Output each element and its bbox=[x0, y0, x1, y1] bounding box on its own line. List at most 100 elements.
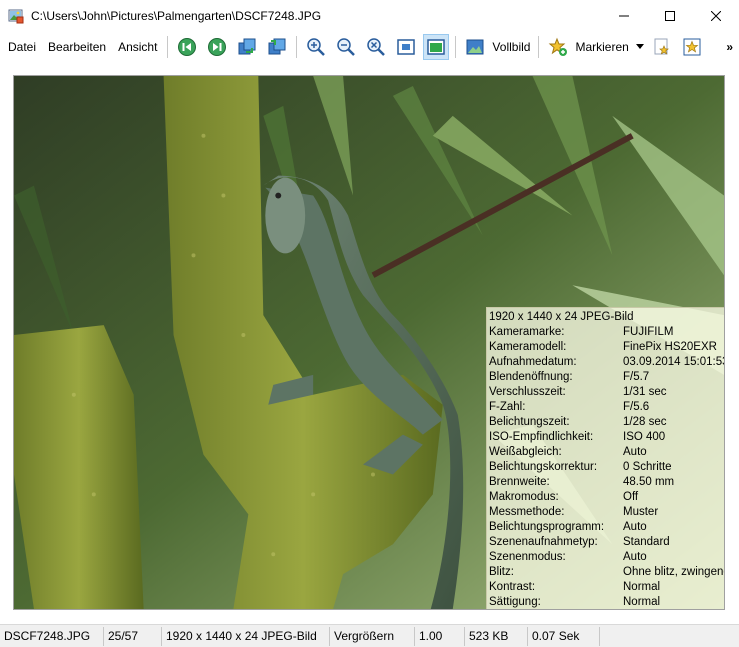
fit-window-button[interactable] bbox=[423, 34, 450, 60]
info-key: Szenenmodus: bbox=[489, 551, 566, 563]
toolbar-separator bbox=[455, 36, 457, 58]
info-row: Blendenöffnung: F/5.7 bbox=[489, 370, 724, 385]
menu-ansicht[interactable]: Ansicht bbox=[112, 40, 163, 54]
zoom-in-button[interactable] bbox=[303, 34, 329, 60]
info-row: Belichtungszeit: 1/28 sec bbox=[489, 415, 724, 430]
zoom-in-icon bbox=[307, 38, 326, 56]
info-row: F-Zahl: F/5.6 bbox=[489, 400, 724, 415]
move-to-folder-button[interactable] bbox=[264, 34, 290, 60]
title-bar: C:\Users\John\Pictures\Palmengarten\DSCF… bbox=[0, 0, 739, 31]
info-value: 1/31 sec bbox=[623, 386, 667, 398]
zoom-reset-button[interactable] bbox=[363, 34, 389, 60]
info-key: Kameramodell: bbox=[489, 341, 567, 353]
info-value: 0 Schritte bbox=[623, 461, 672, 473]
info-key: Belichtungszeit: bbox=[489, 416, 570, 428]
status-index: 25/57 bbox=[104, 626, 162, 646]
close-button[interactable] bbox=[693, 0, 739, 31]
info-row: Belichtungskorrektur: 0 Schritte bbox=[489, 460, 724, 475]
fit-window-icon bbox=[427, 39, 446, 55]
info-key: ISO-Empfindlichkeit: bbox=[489, 431, 594, 443]
status-zoom-mode: Vergrößern bbox=[330, 626, 415, 646]
info-row: Kameramodell: FinePix HS20EXR bbox=[489, 340, 724, 355]
add-to-favorites-button[interactable] bbox=[649, 34, 675, 60]
status-dimensions: 1920 x 1440 x 24 JPEG-Bild bbox=[162, 626, 330, 646]
menu-bearbeiten[interactable]: Bearbeiten bbox=[42, 40, 112, 54]
chevron-down-icon bbox=[635, 44, 644, 49]
fullscreen-button[interactable]: Vollbild bbox=[460, 34, 534, 60]
info-row: Brennweite: 48.50 mm bbox=[489, 475, 724, 490]
info-value: FUJIFILM bbox=[623, 326, 674, 338]
info-value: F/5.7 bbox=[623, 371, 650, 383]
info-value: Standard bbox=[623, 536, 670, 548]
status-bar: DSCF7248.JPG 25/57 1920 x 1440 x 24 JPEG… bbox=[0, 624, 739, 647]
info-key: Szenenaufnahmetyp: bbox=[489, 536, 598, 548]
star-add-icon bbox=[549, 37, 568, 56]
fullscreen-label: Vollbild bbox=[492, 40, 531, 54]
status-filename: DSCF7248.JPG bbox=[0, 626, 104, 646]
mark-icon-wrap bbox=[545, 34, 571, 60]
info-list: Kameramarke: FUJIFILM Kameramodell: FinePix… bbox=[489, 325, 725, 609]
info-value: Off bbox=[623, 491, 639, 503]
toolbar-separator bbox=[167, 36, 169, 58]
mark-dropdown-button[interactable] bbox=[633, 34, 647, 60]
fullscreen-icon bbox=[466, 39, 484, 55]
info-row: Sättigung: Normal bbox=[489, 595, 724, 609]
info-key: Belichtungsprogramm: bbox=[489, 521, 605, 533]
info-row: Messmethode: Muster bbox=[489, 505, 724, 520]
move-images-icon bbox=[268, 38, 286, 55]
minimize-button[interactable] bbox=[601, 0, 647, 31]
info-row: Kontrast: Normal bbox=[489, 580, 724, 595]
info-value: Normal bbox=[623, 581, 661, 593]
info-row: Szenenaufnahmetyp: Standard bbox=[489, 535, 724, 550]
toolbar-separator bbox=[296, 36, 298, 58]
info-row: Belichtungsprogramm: Auto bbox=[489, 520, 724, 535]
info-value: ISO 400 bbox=[623, 431, 666, 443]
favorites-button[interactable] bbox=[679, 34, 705, 60]
info-value: 03.09.2014 15:01:53 bbox=[623, 356, 725, 368]
info-row: Aufnahmedatum: 03.09.2014 15:01:53 bbox=[489, 355, 725, 370]
info-key: Sättigung: bbox=[489, 596, 541, 608]
window-title: C:\Users\John\Pictures\Palmengarten\DSCF… bbox=[31, 8, 322, 23]
info-value: Ohne blitz, zwingend bbox=[623, 566, 725, 578]
info-header: 1920 x 1440 x 24 JPEG-Bild bbox=[489, 311, 634, 323]
favorites-star-icon bbox=[683, 38, 701, 56]
copy-images-icon bbox=[238, 38, 256, 55]
info-row: Weißabgleich: Auto bbox=[489, 445, 724, 460]
next-image-button[interactable] bbox=[204, 34, 230, 60]
status-filesize: 523 KB bbox=[465, 626, 528, 646]
info-row: Blitz: Ohne blitz, zwingend bbox=[489, 565, 725, 580]
info-value: Auto bbox=[623, 521, 647, 533]
info-row: ISO-Empfindlichkeit: ISO 400 bbox=[489, 430, 724, 445]
info-row: Kameramarke: FUJIFILM bbox=[489, 325, 724, 340]
info-value: Auto bbox=[623, 551, 647, 563]
info-row: Makromodus: Off bbox=[489, 490, 724, 505]
original-size-icon bbox=[397, 39, 416, 55]
original-size-button[interactable] bbox=[393, 34, 419, 60]
info-value: Normal bbox=[623, 596, 661, 608]
image-info-overlay: 1920 x 1440 x 24 JPEG-Bild Kameramarke: F… bbox=[486, 307, 725, 609]
info-key: Belichtungskorrektur: bbox=[489, 461, 598, 473]
menu-datei[interactable]: Datei bbox=[2, 40, 42, 54]
image-viewer[interactable]: 1920 x 1440 x 24 JPEG-Bild Kameramarke: F… bbox=[0, 63, 739, 624]
info-value: FinePix HS20EXR bbox=[623, 341, 717, 353]
toolbar-overflow-button[interactable]: » bbox=[720, 40, 739, 54]
info-value: 1/28 sec bbox=[623, 416, 667, 428]
info-key: Kontrast: bbox=[489, 581, 536, 593]
info-value: F/5.6 bbox=[623, 401, 650, 413]
info-row: Szenenmodus: Auto bbox=[489, 550, 724, 565]
zoom-out-button[interactable] bbox=[333, 34, 359, 60]
info-row: Verschlusszeit: 1/31 sec bbox=[489, 385, 724, 400]
copy-to-folder-button[interactable] bbox=[234, 34, 260, 60]
info-key: Verschlusszeit: bbox=[489, 386, 566, 398]
maximize-button[interactable] bbox=[647, 0, 693, 31]
fullscreen-icon-wrap bbox=[462, 34, 488, 60]
info-key: Brennweite: bbox=[489, 476, 550, 488]
next-icon bbox=[208, 38, 227, 56]
zoom-out-icon bbox=[337, 38, 356, 56]
previous-image-button[interactable] bbox=[174, 34, 200, 60]
info-key: Blitz: bbox=[489, 566, 514, 578]
info-key: Messmethode: bbox=[489, 506, 565, 518]
mark-button[interactable]: Markieren bbox=[543, 34, 632, 60]
info-key: Makromodus: bbox=[489, 491, 559, 503]
photo-frame: 1920 x 1440 x 24 JPEG-Bild Kameramarke: F… bbox=[13, 75, 725, 610]
